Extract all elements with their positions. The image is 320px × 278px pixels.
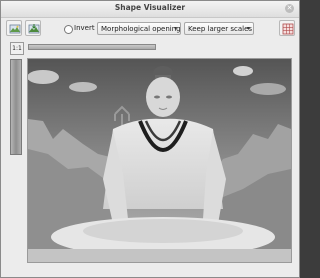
operation-select-value: Morphological openings: [101, 25, 181, 33]
folder-image-icon: [9, 24, 21, 34]
scale-select-value: Keep larger scales: [188, 25, 253, 33]
image-canvas[interactable]: [27, 58, 292, 263]
export-button[interactable]: [279, 20, 295, 36]
zoom-1-1-button[interactable]: 1:1: [10, 42, 24, 55]
invert-radio[interactable]: [64, 25, 73, 34]
chevron-down-icon: ▾: [173, 25, 177, 32]
title-bar: Shape Visualizer ✕: [1, 1, 299, 18]
statue-image: [28, 59, 291, 262]
horizontal-scale-bar[interactable]: [28, 44, 156, 50]
chevron-down-icon: ▾: [246, 25, 250, 32]
toolbar: Invert Morphological openings ▾ Keep lar…: [1, 17, 299, 39]
image-save-icon: [28, 24, 40, 34]
grid-export-icon: [282, 23, 294, 35]
shape-visualizer-window: Shape Visualizer ✕ Invert Morphological …: [0, 0, 300, 278]
vertical-scale-bar[interactable]: [10, 59, 22, 155]
scale-select[interactable]: Keep larger scales ▾: [184, 22, 254, 35]
close-icon[interactable]: ✕: [285, 4, 294, 13]
operation-select[interactable]: Morphological openings ▾: [97, 22, 181, 35]
open-image-button[interactable]: [6, 20, 22, 36]
invert-label: Invert: [74, 24, 95, 32]
save-image-button[interactable]: [25, 20, 41, 36]
window-title: Shape Visualizer: [114, 3, 186, 12]
